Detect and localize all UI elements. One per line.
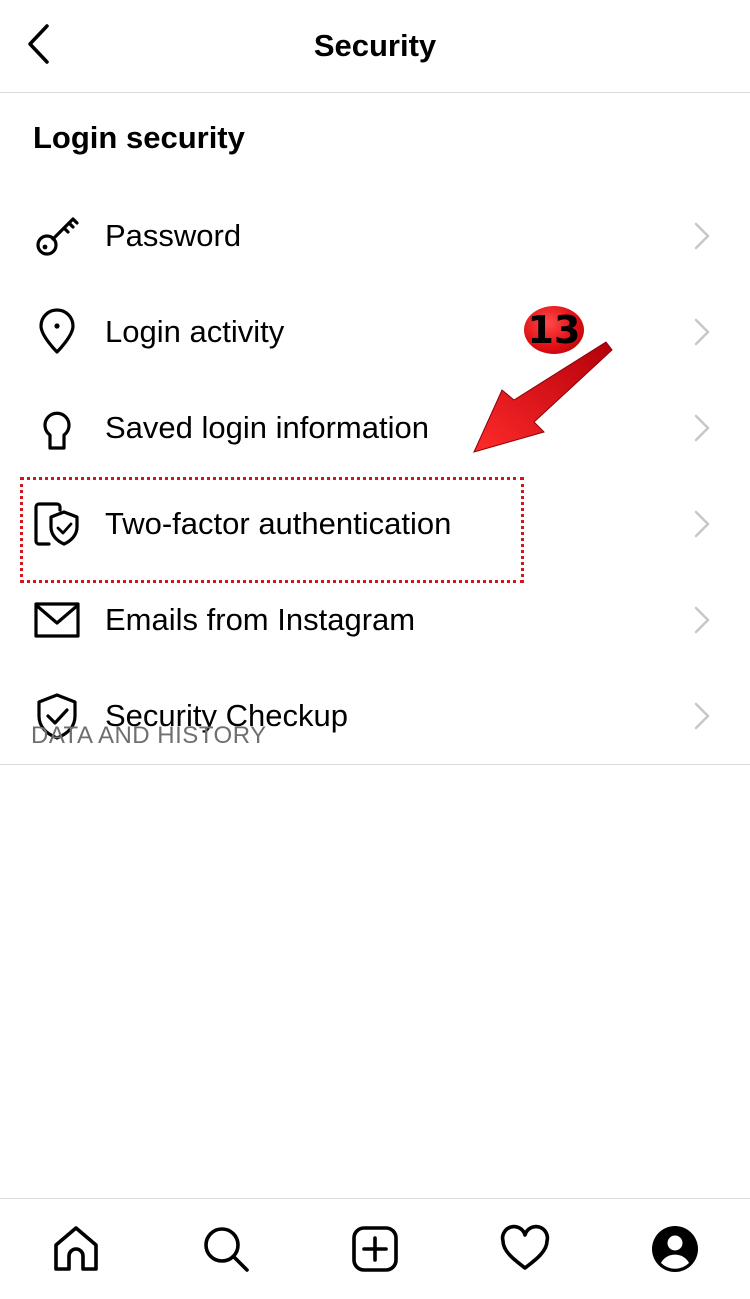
menu-item-label: Password [105,218,242,253]
menu-item-saved-login-information[interactable]: Saved login information [0,380,750,476]
chevron-right-icon [694,606,710,634]
bottom-tab-bar [0,1198,750,1299]
chevron-right-icon [694,222,710,250]
tab-new-post[interactable] [349,1223,401,1275]
chevron-right-icon [694,318,710,346]
search-icon [204,1227,249,1272]
chevron-right-icon [694,510,710,538]
section-title-login-security: Login security [33,120,245,155]
new-post-icon [352,1226,398,1272]
section-title-data-and-history: DATA AND HISTORY [31,722,267,749]
menu-item-login-activity[interactable]: Login activity [0,284,750,380]
menu-item-label: Emails from Instagram [105,602,416,637]
tab-activity[interactable] [499,1223,551,1275]
top-navigation-bar: Security [0,0,750,93]
chevron-right-icon [694,702,710,730]
tab-search[interactable] [200,1223,252,1275]
tab-home[interactable] [50,1223,102,1275]
envelope-icon [34,602,80,638]
menu-item-password[interactable]: Password [0,188,750,284]
divider [0,764,750,765]
annotation-highlight-box [20,477,524,583]
menu-item-emails-from-instagram[interactable]: Emails from Instagram [0,572,750,668]
profile-icon [652,1226,698,1272]
page-title: Security [313,28,437,63]
home-icon [54,1226,98,1271]
menu-item-label: Saved login information [105,410,429,445]
keyhole-icon [43,411,71,450]
location-pin-icon [39,308,75,354]
menu-item-label: Login activity [105,314,285,349]
activity-heart-icon [500,1224,550,1270]
tab-profile[interactable] [649,1223,701,1275]
chevron-right-icon [694,414,710,442]
key-icon [36,217,79,256]
annotation-step-badge: 13 [524,306,584,354]
